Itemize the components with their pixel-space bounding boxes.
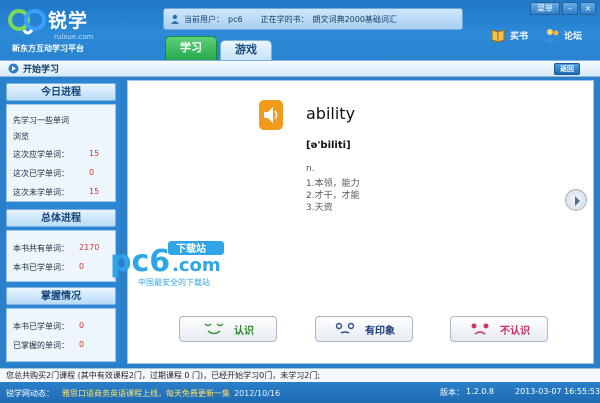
watermark-brand: pc6 bbox=[110, 244, 170, 279]
word-text: ability bbox=[306, 104, 356, 123]
phonetic-text: [ə'biliti] bbox=[306, 140, 351, 151]
mastery-row-label: 本书已学单词： bbox=[13, 322, 69, 331]
buy-book-label: 买书 bbox=[510, 31, 529, 42]
mastery-panel: 本书已学单词： 0 已掌握的单词： 0 bbox=[6, 308, 116, 362]
know-button[interactable]: 认识 bbox=[179, 316, 277, 342]
familiar-label: 有印象 bbox=[365, 325, 395, 337]
tab-game[interactable]: 游戏 bbox=[220, 40, 272, 60]
forum-icon bbox=[545, 29, 559, 42]
toolbar-title: 开始学习 bbox=[23, 65, 60, 75]
today-row-value: 0 bbox=[89, 168, 95, 177]
app-header: 锐学 ruixue.com 新东方互动学习平台 当前用户： pc6 正在学的书：… bbox=[0, 0, 600, 60]
total-row-value: 0 bbox=[79, 262, 85, 271]
user-info-bar: 当前用户： pc6 正在学的书： 朗文词典2000基础词汇 bbox=[163, 8, 463, 30]
current-book: 朗文词典2000基础词汇 bbox=[312, 14, 397, 24]
unknown-label: 不认识 bbox=[500, 325, 530, 337]
today-row-label: 这次应学单词： bbox=[13, 150, 69, 159]
news-link[interactable]: 雅思口语商务英语课程上线，每天免费更新一集 bbox=[62, 388, 230, 399]
total-row-value: 2170 bbox=[79, 243, 100, 252]
today-desc-line1: 先学习一些单词 bbox=[13, 116, 69, 125]
current-book-label: 正在学的书： bbox=[260, 14, 309, 24]
speaker-icon[interactable] bbox=[259, 100, 283, 130]
neutral-face-icon bbox=[335, 322, 355, 334]
course-status-bar: 您总共购买2门课程 (其中有效课程2门，过期课程 0 门)，已经开始学习0门，未… bbox=[0, 368, 600, 382]
book-icon bbox=[491, 29, 505, 43]
back-button[interactable]: 返回 bbox=[554, 63, 580, 75]
bottom-bar: 锐学网动态： 雅思口语商务英语课程上线，每天免费更新一集 2012/10/16 … bbox=[0, 383, 600, 403]
news-date: 2012/10/16 bbox=[234, 388, 281, 398]
definition-line: 3.天资 bbox=[306, 203, 333, 213]
mastery-row-label: 已掌握的单词： bbox=[13, 341, 69, 350]
current-user: pc6 bbox=[228, 14, 243, 24]
toolbar: 开始学习 返回 bbox=[0, 60, 600, 77]
today-progress-header: 今日进程 bbox=[6, 83, 116, 101]
sad-face-icon bbox=[471, 323, 489, 335]
watermark-domain: .com bbox=[172, 255, 221, 276]
next-word-button[interactable] bbox=[565, 189, 587, 211]
close-button[interactable]: × bbox=[580, 2, 596, 15]
start-study-icon bbox=[8, 63, 19, 74]
today-row-label: 这次未学单词： bbox=[13, 188, 69, 197]
today-row-label: 这次已学单词： bbox=[13, 169, 69, 178]
tab-study[interactable]: 学习 bbox=[165, 36, 217, 60]
know-label: 认识 bbox=[234, 325, 254, 337]
total-progress-panel: 本书共有单词： 2170 本书已学单词： 0 bbox=[6, 230, 116, 282]
mastery-row-value: 0 bbox=[79, 321, 85, 330]
familiar-button[interactable]: 有印象 bbox=[315, 316, 413, 342]
total-progress-header: 总体进程 bbox=[6, 209, 116, 227]
total-row-label: 本书共有单词： bbox=[13, 244, 69, 253]
version-value: 1.2.0.8 bbox=[466, 387, 494, 396]
chevron-right-icon bbox=[575, 196, 580, 206]
watermark-tagline: 中国最安全的下载站 bbox=[138, 277, 210, 287]
pc6-watermark: pc6 .com 下载站 中国最安全的下载站 bbox=[110, 241, 224, 287]
total-row-label: 本书已学单词： bbox=[13, 263, 69, 272]
menu-button[interactable]: 菜单 bbox=[530, 2, 560, 15]
minimize-button[interactable]: – bbox=[562, 2, 578, 15]
smile-icon bbox=[204, 323, 224, 335]
user-icon bbox=[171, 14, 179, 24]
word-card: ability [ə'biliti] n. 1.本领，能力 2.才干，才能 3.… bbox=[110, 80, 594, 364]
today-row-value: 15 bbox=[89, 187, 100, 196]
part-of-speech: n. bbox=[306, 164, 315, 174]
news-label: 锐学网动态： bbox=[6, 388, 54, 398]
clock: 2013-03-07 16:55:53 bbox=[515, 387, 600, 396]
watermark-tag: 下载站 bbox=[176, 242, 206, 255]
buy-book-link[interactable]: 买书 bbox=[490, 27, 528, 43]
window-controls: 菜单 – × bbox=[530, 2, 596, 15]
logo-slogan: 新东方互动学习平台 bbox=[12, 44, 84, 53]
progress-sidebar: 今日进程 先学习一些单词 浏览 这次应学单词： 15 这次已学单词： 0 这次未… bbox=[6, 80, 120, 364]
unknown-button[interactable]: 不认识 bbox=[450, 316, 548, 342]
version-label: 版本： bbox=[440, 388, 464, 397]
today-desc-line2: 浏览 bbox=[13, 132, 29, 141]
logo-mark-icon bbox=[8, 9, 46, 35]
mastery-header: 掌握情况 bbox=[6, 287, 116, 305]
mastery-row-value: 0 bbox=[79, 340, 85, 349]
today-row-value: 15 bbox=[89, 149, 100, 158]
today-progress-panel: 先学习一些单词 浏览 这次应学单词： 15 这次已学单词： 0 这次未学单词： … bbox=[6, 104, 116, 202]
logo-domain: ruixue.com bbox=[54, 33, 94, 41]
forum-label: 论坛 bbox=[564, 31, 583, 42]
forum-link[interactable]: 论坛 bbox=[544, 27, 582, 43]
current-user-label: 当前用户： bbox=[184, 14, 224, 24]
logo-text: 锐学 bbox=[48, 10, 89, 32]
ruixue-logo: 锐学 ruixue.com 新东方互动学习平台 bbox=[8, 6, 118, 54]
